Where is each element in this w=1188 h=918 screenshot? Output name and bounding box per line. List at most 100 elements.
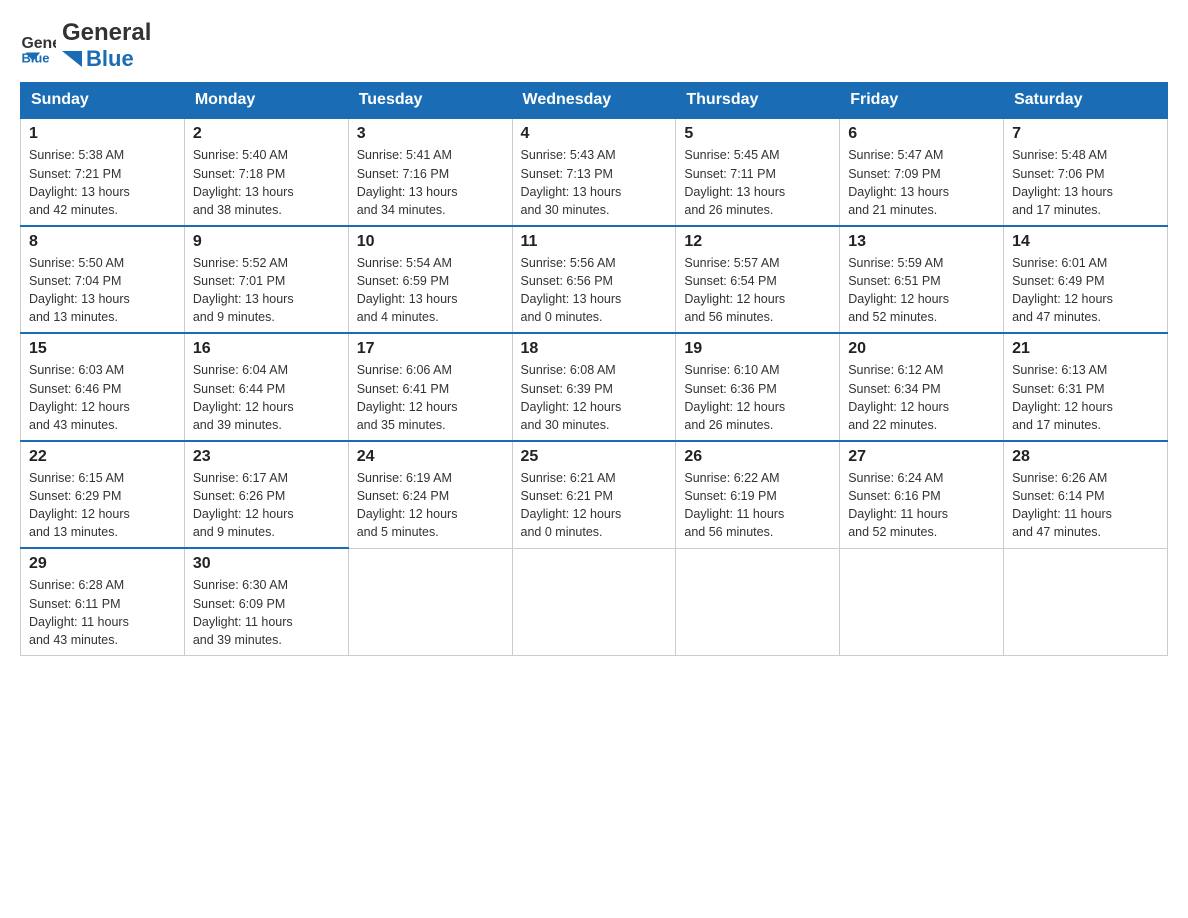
calendar-cell: 12 Sunrise: 5:57 AMSunset: 6:54 PMDayligh… <box>676 226 840 334</box>
day-info: Sunrise: 6:12 AMSunset: 6:34 PMDaylight:… <box>848 361 995 434</box>
svg-text:Blue: Blue <box>21 51 49 64</box>
day-info: Sunrise: 5:56 AMSunset: 6:56 PMDaylight:… <box>521 254 668 327</box>
calendar-cell: 24 Sunrise: 6:19 AMSunset: 6:24 PMDayligh… <box>348 441 512 549</box>
calendar-cell: 3Sunrise: 5:41 AMSunset: 7:16 PMDaylight… <box>348 118 512 226</box>
calendar-cell: 9 Sunrise: 5:52 AMSunset: 7:01 PMDaylight… <box>184 226 348 334</box>
calendar-cell: 21 Sunrise: 6:13 AMSunset: 6:31 PMDayligh… <box>1004 333 1168 441</box>
calendar-cell: 15 Sunrise: 6:03 AMSunset: 6:46 PMDayligh… <box>21 333 185 441</box>
logo-icon: General Blue <box>20 28 56 64</box>
logo-general-text: General <box>62 20 151 46</box>
day-info: Sunrise: 5:40 AMSunset: 7:18 PMDaylight:… <box>193 146 340 219</box>
day-number: 17 <box>357 340 504 358</box>
day-info: Sunrise: 6:17 AMSunset: 6:26 PMDaylight:… <box>193 469 340 542</box>
calendar-cell: 30 Sunrise: 6:30 AMSunset: 6:09 PMDayligh… <box>184 548 348 655</box>
day-number: 27 <box>848 448 995 466</box>
day-header-friday: Friday <box>840 83 1004 119</box>
calendar-cell: 2 Sunrise: 5:40 AMSunset: 7:18 PMDaylight… <box>184 118 348 226</box>
day-number: 8 <box>29 233 176 251</box>
day-info: Sunrise: 6:10 AMSunset: 6:36 PMDaylight:… <box>684 361 831 434</box>
calendar-cell: 1Sunrise: 5:38 AMSunset: 7:21 PMDaylight… <box>21 118 185 226</box>
day-info: Sunrise: 5:54 AMSunset: 6:59 PMDaylight:… <box>357 254 504 327</box>
calendar-cell: 23 Sunrise: 6:17 AMSunset: 6:26 PMDayligh… <box>184 441 348 549</box>
calendar-cell: 17 Sunrise: 6:06 AMSunset: 6:41 PMDayligh… <box>348 333 512 441</box>
day-info: Sunrise: 5:48 AMSunset: 7:06 PMDaylight:… <box>1012 146 1159 219</box>
day-number: 11 <box>521 233 668 251</box>
day-info: Sunrise: 6:08 AMSunset: 6:39 PMDaylight:… <box>521 361 668 434</box>
day-info: Sunrise: 5:43 AMSunset: 7:13 PMDaylight:… <box>521 146 668 219</box>
day-header-wednesday: Wednesday <box>512 83 676 119</box>
calendar-cell: 20Sunrise: 6:12 AMSunset: 6:34 PMDayligh… <box>840 333 1004 441</box>
calendar-week-row: 8Sunrise: 5:50 AMSunset: 7:04 PMDaylight… <box>21 226 1168 334</box>
calendar-cell: 4Sunrise: 5:43 AMSunset: 7:13 PMDaylight… <box>512 118 676 226</box>
day-number: 9 <box>193 233 340 251</box>
day-number: 6 <box>848 125 995 143</box>
calendar-cell: 19 Sunrise: 6:10 AMSunset: 6:36 PMDayligh… <box>676 333 840 441</box>
day-info: Sunrise: 5:57 AMSunset: 6:54 PMDaylight:… <box>684 254 831 327</box>
calendar-cell <box>512 548 676 655</box>
day-number: 15 <box>29 340 176 358</box>
day-info: Sunrise: 6:28 AMSunset: 6:11 PMDaylight:… <box>29 576 176 649</box>
day-info: Sunrise: 6:26 AMSunset: 6:14 PMDaylight:… <box>1012 469 1159 542</box>
calendar-cell <box>676 548 840 655</box>
calendar-cell: 11 Sunrise: 5:56 AMSunset: 6:56 PMDayligh… <box>512 226 676 334</box>
calendar-cell: 14 Sunrise: 6:01 AMSunset: 6:49 PMDayligh… <box>1004 226 1168 334</box>
day-header-sunday: Sunday <box>21 83 185 119</box>
calendar-cell <box>840 548 1004 655</box>
day-number: 10 <box>357 233 504 251</box>
logo: General Blue General Blue <box>20 20 151 72</box>
day-info: Sunrise: 5:38 AMSunset: 7:21 PMDaylight:… <box>29 146 176 219</box>
day-header-saturday: Saturday <box>1004 83 1168 119</box>
day-header-monday: Monday <box>184 83 348 119</box>
day-number: 28 <box>1012 448 1159 466</box>
calendar-week-row: 15 Sunrise: 6:03 AMSunset: 6:46 PMDayligh… <box>21 333 1168 441</box>
day-info: Sunrise: 6:13 AMSunset: 6:31 PMDaylight:… <box>1012 361 1159 434</box>
day-info: Sunrise: 6:19 AMSunset: 6:24 PMDaylight:… <box>357 469 504 542</box>
calendar-cell: 26 Sunrise: 6:22 AMSunset: 6:19 PMDayligh… <box>676 441 840 549</box>
calendar-header-row: SundayMondayTuesdayWednesdayThursdayFrid… <box>21 83 1168 119</box>
day-number: 5 <box>684 125 831 143</box>
day-number: 23 <box>193 448 340 466</box>
calendar-cell <box>1004 548 1168 655</box>
day-number: 12 <box>684 233 831 251</box>
day-info: Sunrise: 6:30 AMSunset: 6:09 PMDaylight:… <box>193 576 340 649</box>
day-info: Sunrise: 6:24 AMSunset: 6:16 PMDaylight:… <box>848 469 995 542</box>
day-info: Sunrise: 6:04 AMSunset: 6:44 PMDaylight:… <box>193 361 340 434</box>
calendar-cell: 13Sunrise: 5:59 AMSunset: 6:51 PMDayligh… <box>840 226 1004 334</box>
day-number: 2 <box>193 125 340 143</box>
calendar-cell: 29Sunrise: 6:28 AMSunset: 6:11 PMDayligh… <box>21 548 185 655</box>
day-number: 14 <box>1012 233 1159 251</box>
day-info: Sunrise: 6:21 AMSunset: 6:21 PMDaylight:… <box>521 469 668 542</box>
logo-triangle-icon <box>62 51 82 67</box>
day-info: Sunrise: 6:22 AMSunset: 6:19 PMDaylight:… <box>684 469 831 542</box>
day-info: Sunrise: 5:45 AMSunset: 7:11 PMDaylight:… <box>684 146 831 219</box>
calendar-cell: 18Sunrise: 6:08 AMSunset: 6:39 PMDayligh… <box>512 333 676 441</box>
calendar-table: SundayMondayTuesdayWednesdayThursdayFrid… <box>20 82 1168 656</box>
calendar-cell <box>348 548 512 655</box>
calendar-cell: 8Sunrise: 5:50 AMSunset: 7:04 PMDaylight… <box>21 226 185 334</box>
day-header-tuesday: Tuesday <box>348 83 512 119</box>
day-number: 16 <box>193 340 340 358</box>
day-number: 3 <box>357 125 504 143</box>
day-info: Sunrise: 5:47 AMSunset: 7:09 PMDaylight:… <box>848 146 995 219</box>
calendar-cell: 22 Sunrise: 6:15 AMSunset: 6:29 PMDayligh… <box>21 441 185 549</box>
calendar-cell: 6 Sunrise: 5:47 AMSunset: 7:09 PMDaylight… <box>840 118 1004 226</box>
page-header: General Blue General Blue <box>20 20 1168 72</box>
day-number: 19 <box>684 340 831 358</box>
calendar-cell: 7 Sunrise: 5:48 AMSunset: 7:06 PMDaylight… <box>1004 118 1168 226</box>
day-number: 7 <box>1012 125 1159 143</box>
day-number: 30 <box>193 555 340 573</box>
calendar-cell: 10 Sunrise: 5:54 AMSunset: 6:59 PMDayligh… <box>348 226 512 334</box>
calendar-week-row: 1Sunrise: 5:38 AMSunset: 7:21 PMDaylight… <box>21 118 1168 226</box>
day-info: Sunrise: 6:03 AMSunset: 6:46 PMDaylight:… <box>29 361 176 434</box>
day-info: Sunrise: 6:01 AMSunset: 6:49 PMDaylight:… <box>1012 254 1159 327</box>
calendar-cell: 5 Sunrise: 5:45 AMSunset: 7:11 PMDaylight… <box>676 118 840 226</box>
day-number: 21 <box>1012 340 1159 358</box>
day-info: Sunrise: 5:59 AMSunset: 6:51 PMDaylight:… <box>848 254 995 327</box>
day-number: 24 <box>357 448 504 466</box>
day-number: 22 <box>29 448 176 466</box>
day-info: Sunrise: 5:52 AMSunset: 7:01 PMDaylight:… <box>193 254 340 327</box>
calendar-week-row: 29Sunrise: 6:28 AMSunset: 6:11 PMDayligh… <box>21 548 1168 655</box>
day-number: 26 <box>684 448 831 466</box>
day-info: Sunrise: 6:06 AMSunset: 6:41 PMDaylight:… <box>357 361 504 434</box>
day-info: Sunrise: 6:15 AMSunset: 6:29 PMDaylight:… <box>29 469 176 542</box>
